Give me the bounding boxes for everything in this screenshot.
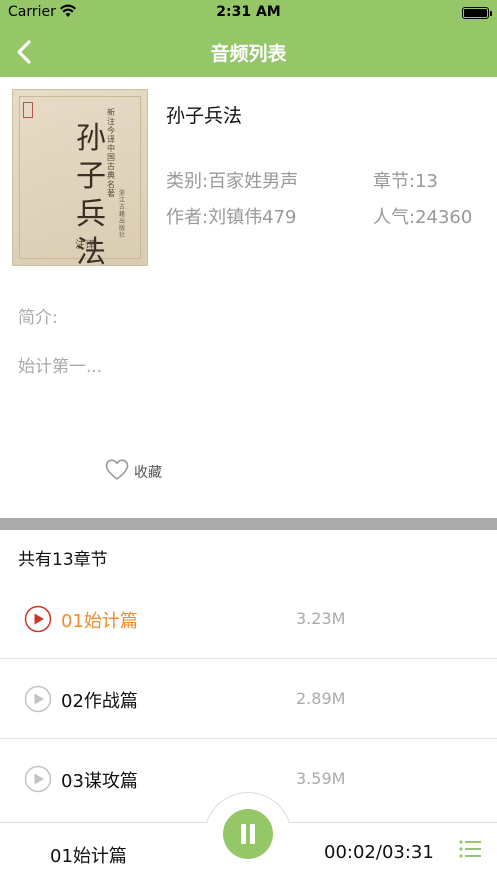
book-popularity: 人气:24360	[373, 207, 473, 228]
chapter-row[interactable]: 01始计篇 3.23M	[0, 579, 497, 659]
section-divider	[0, 518, 497, 530]
pause-icon	[241, 824, 246, 844]
play-icon	[24, 605, 52, 633]
playlist-icon[interactable]	[458, 838, 482, 860]
seal-mark	[23, 102, 33, 118]
favorite-label: 收藏	[134, 465, 162, 481]
chapter-name: 02作战篇	[61, 691, 138, 712]
pause-button[interactable]	[223, 809, 273, 859]
book-category: 类别:百家姓男声	[166, 171, 299, 192]
page-title: 音频列表	[210, 43, 287, 65]
chapter-size: 3.59M	[296, 769, 346, 788]
play-icon	[24, 765, 52, 793]
nav-bar: 音频列表	[0, 26, 497, 77]
book-author: 作者:刘镇伟479	[166, 207, 297, 228]
now-playing-title: 01始计篇	[50, 846, 127, 867]
chapter-name: 03谋攻篇	[61, 771, 138, 792]
book-chapter-count: 章节:13	[373, 171, 438, 192]
book-cover: 新注今译中国古典名著 孙子兵法 浙江古籍出版社 注译	[12, 89, 148, 266]
chapter-size: 3.23M	[296, 609, 346, 628]
playback-time: 00:02/03:31	[324, 842, 434, 863]
status-bar: Carrier 2:31 AM	[0, 0, 497, 26]
intro-label: 简介:	[18, 308, 58, 328]
chapter-count-label: 共有13章节	[18, 550, 108, 570]
cover-publisher: 浙江古籍出版社	[119, 190, 126, 239]
status-time: 2:31 AM	[216, 4, 281, 20]
book-title: 孙子兵法	[166, 105, 243, 127]
chapter-row[interactable]: 02作战篇 2.89M	[0, 659, 497, 739]
heart-icon	[105, 459, 129, 480]
chapter-name: 01始计篇	[61, 611, 138, 632]
battery-icon	[462, 7, 492, 19]
chapter-size: 2.89M	[296, 689, 346, 708]
cover-note: 注译	[75, 240, 95, 251]
play-icon	[24, 685, 52, 713]
intro-text: 始计第一...	[18, 357, 103, 377]
